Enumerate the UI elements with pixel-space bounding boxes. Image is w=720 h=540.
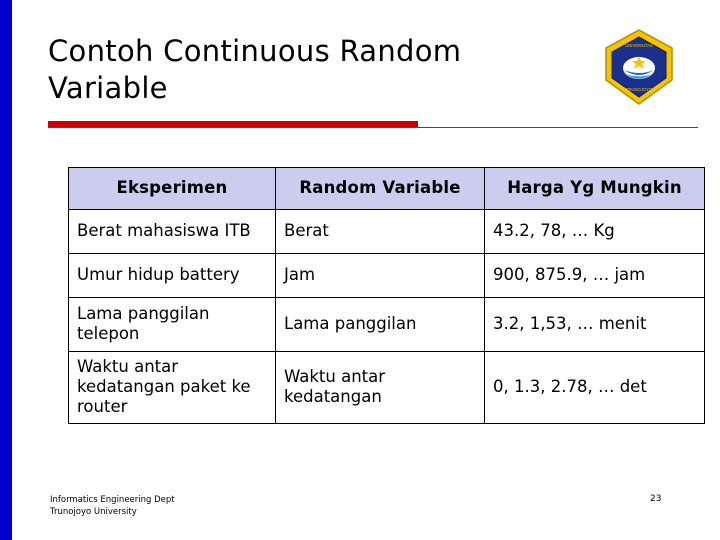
cell-eksperimen: Waktu antar kedatangan paket ke router xyxy=(68,351,276,424)
table-row: Lama panggilan telepon Lama panggilan 3.… xyxy=(68,297,705,352)
page-number: 23 xyxy=(650,494,662,504)
trunojoyo-university-logo: UNIVERSITAS TRUNOJOYO xyxy=(602,28,676,106)
table-row: Waktu antar kedatangan paket ke router W… xyxy=(68,351,705,424)
cell-eksperimen: Berat mahasiswa ITB xyxy=(68,209,276,254)
cell-harga: 43.2, 78, … Kg xyxy=(484,209,705,254)
left-accent-bar xyxy=(0,0,12,540)
title-underline-thin xyxy=(48,127,698,128)
cell-random-variable: Waktu antar kedatangan xyxy=(275,351,485,424)
table-body: Berat mahasiswa ITB Berat 43.2, 78, … Kg… xyxy=(68,209,705,424)
cell-random-variable: Berat xyxy=(275,209,485,254)
column-header-harga-yg-mungkin: Harga Yg Mungkin xyxy=(484,167,705,210)
footer: Informatics Engineering Dept Trunojoyo U… xyxy=(50,494,175,519)
random-variable-table: Eksperimen Random Variable Harga Yg Mung… xyxy=(68,167,705,424)
table-row: Umur hidup battery Jam 900, 875.9, … jam xyxy=(68,253,705,298)
column-header-eksperimen: Eksperimen xyxy=(68,167,276,210)
footer-line-1: Informatics Engineering Dept xyxy=(50,495,175,505)
page-title: Contoh Continuous Random Variable xyxy=(48,34,462,106)
column-header-random-variable: Random Variable xyxy=(275,167,485,210)
cell-eksperimen: Umur hidup battery xyxy=(68,253,276,298)
logo-top-text: UNIVERSITAS xyxy=(625,43,653,48)
table-row: Berat mahasiswa ITB Berat 43.2, 78, … Kg xyxy=(68,209,705,254)
cell-harga: 0, 1.3, 2.78, … det xyxy=(484,351,705,424)
cell-harga: 3.2, 1,53, … menit xyxy=(484,297,705,352)
table-header-row: Eksperimen Random Variable Harga Yg Mung… xyxy=(68,167,705,210)
cell-random-variable: Lama panggilan xyxy=(275,297,485,352)
cell-eksperimen: Lama panggilan telepon xyxy=(68,297,276,352)
cell-harga: 900, 875.9, … jam xyxy=(484,253,705,298)
cell-random-variable: Jam xyxy=(275,253,485,298)
logo-bottom-text: TRUNOJOYO xyxy=(626,87,653,92)
footer-line-2: Trunojoyo University xyxy=(50,507,137,518)
table-head: Eksperimen Random Variable Harga Yg Mung… xyxy=(68,167,705,210)
table: Eksperimen Random Variable Harga Yg Mung… xyxy=(68,167,705,424)
slide: Contoh Continuous Random Variable UNIVER… xyxy=(0,0,720,540)
